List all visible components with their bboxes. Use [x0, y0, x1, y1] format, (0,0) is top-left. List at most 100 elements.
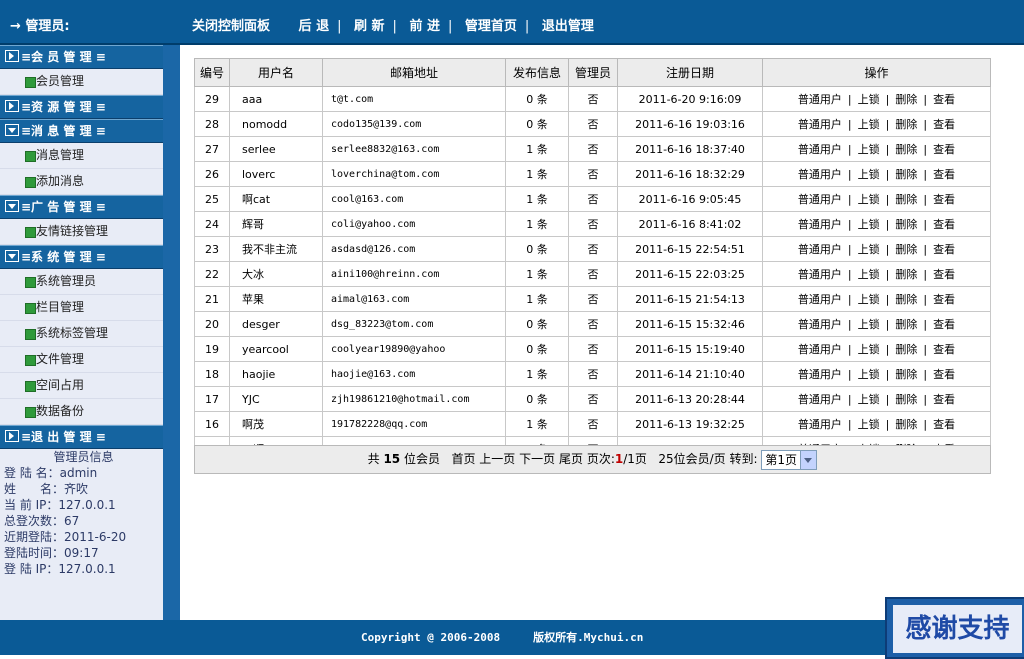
sidebar-item-add-message[interactable]: 添加消息: [0, 169, 163, 195]
delete-link[interactable]: 删除: [895, 368, 917, 381]
set-normal-user-link[interactable]: 普通用户: [798, 318, 842, 331]
sidebar-item-friend-links[interactable]: 友情链接管理: [0, 219, 163, 245]
collapse-icon: [5, 200, 19, 212]
view-link[interactable]: 查看: [933, 93, 955, 106]
view-link[interactable]: 查看: [933, 418, 955, 431]
lock-link[interactable]: 上锁: [858, 293, 880, 306]
delete-link[interactable]: 删除: [895, 318, 917, 331]
action-separator: |: [885, 143, 890, 156]
lock-link[interactable]: 上锁: [858, 118, 880, 131]
frame-divider[interactable]: [163, 45, 180, 620]
delete-link[interactable]: 删除: [895, 218, 917, 231]
sidebar-item-files[interactable]: 文件管理: [0, 347, 163, 373]
set-normal-user-link[interactable]: 普通用户: [798, 243, 842, 256]
lock-link[interactable]: 上锁: [858, 193, 880, 206]
action-separator: |: [847, 418, 852, 431]
lock-link[interactable]: 上锁: [858, 318, 880, 331]
set-normal-user-link[interactable]: 普通用户: [798, 118, 842, 131]
lock-link[interactable]: 上锁: [858, 168, 880, 181]
set-normal-user-link[interactable]: 普通用户: [798, 143, 842, 156]
sidebar-section-system[interactable]: ≡系 统 管 理 ≡: [0, 245, 163, 269]
logout-link[interactable]: 退出管理: [542, 19, 594, 34]
set-normal-user-link[interactable]: 普通用户: [798, 343, 842, 356]
view-link[interactable]: 查看: [933, 168, 955, 181]
lock-link[interactable]: 上锁: [858, 418, 880, 431]
first-page-link[interactable]: 首页: [451, 452, 475, 466]
action-separator: |: [885, 118, 890, 131]
set-normal-user-link[interactable]: 普通用户: [798, 168, 842, 181]
bullet-icon: [25, 329, 36, 340]
lock-link[interactable]: 上锁: [858, 243, 880, 256]
last-page-link[interactable]: 尾页: [559, 452, 583, 466]
view-link[interactable]: 查看: [933, 343, 955, 356]
sidebar-section-messages[interactable]: ≡消 息 管 理 ≡: [0, 119, 163, 143]
sidebar-section-logout[interactable]: ≡退 出 管 理 ≡: [0, 425, 163, 449]
view-link[interactable]: 查看: [933, 118, 955, 131]
delete-link[interactable]: 删除: [895, 268, 917, 281]
lock-link[interactable]: 上锁: [858, 268, 880, 281]
sidebar-item-member-management[interactable]: 会员管理: [0, 69, 163, 95]
delete-link[interactable]: 删除: [895, 393, 917, 406]
set-normal-user-link[interactable]: 普通用户: [798, 218, 842, 231]
lock-link[interactable]: 上锁: [858, 93, 880, 106]
forward-link[interactable]: 前 进: [409, 19, 440, 34]
sidebar-item-sys-tags[interactable]: 系统标签管理: [0, 321, 163, 347]
delete-link[interactable]: 删除: [895, 193, 917, 206]
sidebar-section-resources[interactable]: ≡资 源 管 理 ≡: [0, 95, 163, 119]
set-normal-user-link[interactable]: 普通用户: [798, 368, 842, 381]
delete-link[interactable]: 删除: [895, 418, 917, 431]
view-link[interactable]: 查看: [933, 393, 955, 406]
set-normal-user-link[interactable]: 普通用户: [798, 393, 842, 406]
lock-link[interactable]: 上锁: [858, 343, 880, 356]
delete-link[interactable]: 删除: [895, 343, 917, 356]
lock-link[interactable]: 上锁: [858, 218, 880, 231]
refresh-link[interactable]: 刷 新: [354, 19, 385, 34]
view-link[interactable]: 查看: [933, 293, 955, 306]
top-bar: → 管理员: 关闭控制面板 后 退 | 刷 新 | 前 进 | 管理首页 | 退出管理: [0, 0, 1024, 45]
delete-link[interactable]: 删除: [895, 118, 917, 131]
view-link[interactable]: 查看: [933, 193, 955, 206]
lock-link[interactable]: 上锁: [858, 393, 880, 406]
lock-link[interactable]: 上锁: [858, 143, 880, 156]
action-separator: |: [923, 418, 928, 431]
delete-link[interactable]: 删除: [895, 243, 917, 256]
admin-home-link[interactable]: 管理首页: [465, 19, 517, 34]
info-login-name: 登 陆 名：admin: [4, 466, 98, 480]
set-normal-user-link[interactable]: 普通用户: [798, 93, 842, 106]
sidebar-item-sys-admins[interactable]: 系统管理员: [0, 269, 163, 295]
sidebar-item-message-management[interactable]: 消息管理: [0, 143, 163, 169]
action-separator: |: [923, 218, 928, 231]
lock-link[interactable]: 上锁: [858, 368, 880, 381]
sidebar-section-members[interactable]: ≡会 员 管 理 ≡: [0, 45, 163, 69]
set-normal-user-link[interactable]: 普通用户: [798, 193, 842, 206]
set-normal-user-link[interactable]: 普通用户: [798, 268, 842, 281]
cell-reg-date: 2011-6-15 15:19:40: [617, 336, 763, 362]
view-link[interactable]: 查看: [933, 368, 955, 381]
thanks-badge[interactable]: 感谢支持: [885, 597, 1024, 659]
sidebar-item-backup[interactable]: 数据备份: [0, 399, 163, 425]
set-normal-user-link[interactable]: 普通用户: [798, 293, 842, 306]
delete-link[interactable]: 删除: [895, 143, 917, 156]
view-link[interactable]: 查看: [933, 243, 955, 256]
set-normal-user-link[interactable]: 普通用户: [798, 418, 842, 431]
sidebar-item-columns[interactable]: 栏目管理: [0, 295, 163, 321]
copyright-text: Copyright @ 2006-2008 版权所有.Mychui.cn: [361, 631, 644, 644]
sidebar-section-ads[interactable]: ≡广 告 管 理 ≡: [0, 195, 163, 219]
view-link[interactable]: 查看: [933, 143, 955, 156]
delete-link[interactable]: 删除: [895, 93, 917, 106]
close-panel-link[interactable]: 关闭控制面板: [192, 19, 270, 34]
view-link[interactable]: 查看: [933, 218, 955, 231]
prev-page-link[interactable]: 上一页: [479, 452, 515, 466]
next-page-link[interactable]: 下一页: [519, 452, 555, 466]
back-link[interactable]: 后 退: [299, 19, 330, 34]
delete-link[interactable]: 删除: [895, 293, 917, 306]
delete-link[interactable]: 删除: [895, 168, 917, 181]
cell-actions: 普通用户 | 上锁 | 删除 | 查看: [762, 86, 991, 112]
sidebar-item-space-usage[interactable]: 空间占用: [0, 373, 163, 399]
chevron-down-icon[interactable]: [800, 450, 817, 469]
cell-admin: 否: [568, 286, 618, 312]
page-jump-select[interactable]: 第1页: [761, 449, 818, 470]
view-link[interactable]: 查看: [933, 268, 955, 281]
view-link[interactable]: 查看: [933, 318, 955, 331]
cell-actions: 普通用户 | 上锁 | 删除 | 查看: [762, 286, 991, 312]
